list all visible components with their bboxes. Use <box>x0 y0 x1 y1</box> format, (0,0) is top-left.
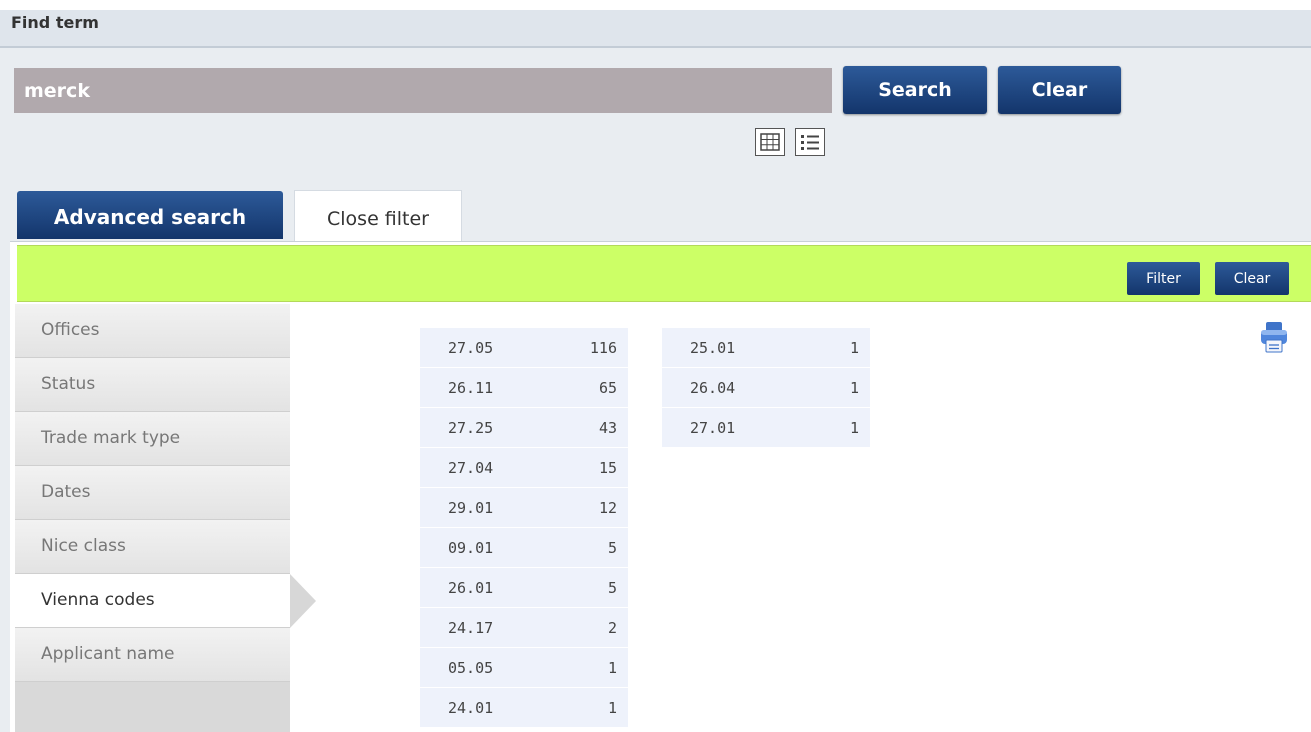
count-cell: 2 <box>538 607 628 648</box>
search-input[interactable] <box>14 68 832 113</box>
code-cell[interactable]: 29.01 <box>420 487 538 528</box>
table-row[interactable]: 26.11 65 <box>420 367 628 408</box>
code-cell[interactable]: 27.04 <box>420 447 538 488</box>
code-cell[interactable]: 25.01 <box>662 328 780 368</box>
filter-side-menu: Offices Status Trade mark type Dates Nic… <box>15 304 316 732</box>
count-cell: 116 <box>538 328 628 368</box>
code-cell[interactable]: 09.01 <box>420 527 538 568</box>
code-cell[interactable]: 27.05 <box>420 328 538 368</box>
clear-filter-button[interactable]: Clear <box>1215 262 1289 295</box>
table-row[interactable]: 26.04 1 <box>662 367 870 408</box>
menu-item-label: Applicant name <box>41 644 175 664</box>
menu-item-offices[interactable]: Offices <box>15 304 290 358</box>
menu-item-applicant-name[interactable]: Applicant name <box>15 628 290 682</box>
menu-item-status[interactable]: Status <box>15 358 290 412</box>
table-row[interactable]: 27.01 1 <box>662 407 870 448</box>
count-cell: 1 <box>780 407 870 448</box>
menu-item-label: Offices <box>41 320 100 340</box>
tab-advanced-search[interactable]: Advanced search <box>17 191 283 239</box>
vienna-codes-table-1: 27.05 116 26.11 65 27.25 43 27.04 15 29.01 12… <box>420 328 628 728</box>
code-cell[interactable]: 26.04 <box>662 367 780 408</box>
table-row[interactable]: 27.25 43 <box>420 407 628 448</box>
table-row[interactable]: 05.05 1 <box>420 647 628 688</box>
header-bar: Find term <box>0 10 1311 48</box>
table-row[interactable]: 09.01 5 <box>420 527 628 568</box>
table-row[interactable]: 29.01 12 <box>420 487 628 528</box>
list-view-icon[interactable] <box>795 128 825 156</box>
menu-item-label: Dates <box>41 482 91 502</box>
menu-item-nice-class[interactable]: Nice class <box>15 520 290 574</box>
menu-item-label: Status <box>41 374 96 394</box>
menu-item-label: Nice class <box>41 536 126 556</box>
count-cell: 1 <box>780 367 870 408</box>
menu-item-label: Vienna codes <box>41 590 155 610</box>
count-cell: 5 <box>538 527 628 568</box>
code-cell[interactable]: 26.01 <box>420 567 538 608</box>
menu-item-dates[interactable]: Dates <box>15 466 290 520</box>
code-cell[interactable]: 05.05 <box>420 647 538 688</box>
count-cell: 1 <box>780 328 870 368</box>
count-cell: 12 <box>538 487 628 528</box>
menu-item-label: Trade mark type <box>41 428 181 448</box>
code-cell[interactable]: 27.01 <box>662 407 780 448</box>
code-cell[interactable]: 24.17 <box>420 607 538 648</box>
count-cell: 65 <box>538 367 628 408</box>
count-cell: 5 <box>538 567 628 608</box>
code-cell[interactable]: 24.01 <box>420 687 538 728</box>
filter-bar: Filter Clear <box>17 245 1311 302</box>
code-cell[interactable]: 27.25 <box>420 407 538 448</box>
clear-search-button[interactable]: Clear <box>998 66 1121 114</box>
count-cell: 43 <box>538 407 628 448</box>
filter-button[interactable]: Filter <box>1127 262 1200 295</box>
table-row[interactable]: 27.04 15 <box>420 447 628 488</box>
menu-item-trade-mark-type[interactable]: Trade mark type <box>15 412 290 466</box>
count-cell: 1 <box>538 647 628 688</box>
table-row[interactable]: 27.05 116 <box>420 328 628 368</box>
print-icon[interactable] <box>1257 319 1291 355</box>
count-cell: 1 <box>538 687 628 728</box>
vienna-codes-table-2: 25.01 1 26.04 1 27.01 1 <box>662 328 870 448</box>
table-row[interactable]: 25.01 1 <box>662 328 870 368</box>
clipped-text: ⋯ <box>2 0 16 7</box>
tab-close-filter[interactable]: Close filter <box>294 190 462 242</box>
grid-view-icon[interactable] <box>755 128 785 156</box>
filter-panel: Filter Clear Offices Status Trade mark t… <box>10 241 1311 732</box>
top-clipped-strip: ⋯ <box>0 0 1311 10</box>
table-row[interactable]: 24.17 2 <box>420 607 628 648</box>
count-cell: 15 <box>538 447 628 488</box>
code-cell[interactable]: 26.11 <box>420 367 538 408</box>
search-button[interactable]: Search <box>843 66 987 114</box>
table-row[interactable]: 24.01 1 <box>420 687 628 728</box>
page-title: Find term <box>11 13 99 32</box>
table-row[interactable]: 26.01 5 <box>420 567 628 608</box>
menu-item-vienna-codes[interactable]: Vienna codes <box>15 574 316 628</box>
